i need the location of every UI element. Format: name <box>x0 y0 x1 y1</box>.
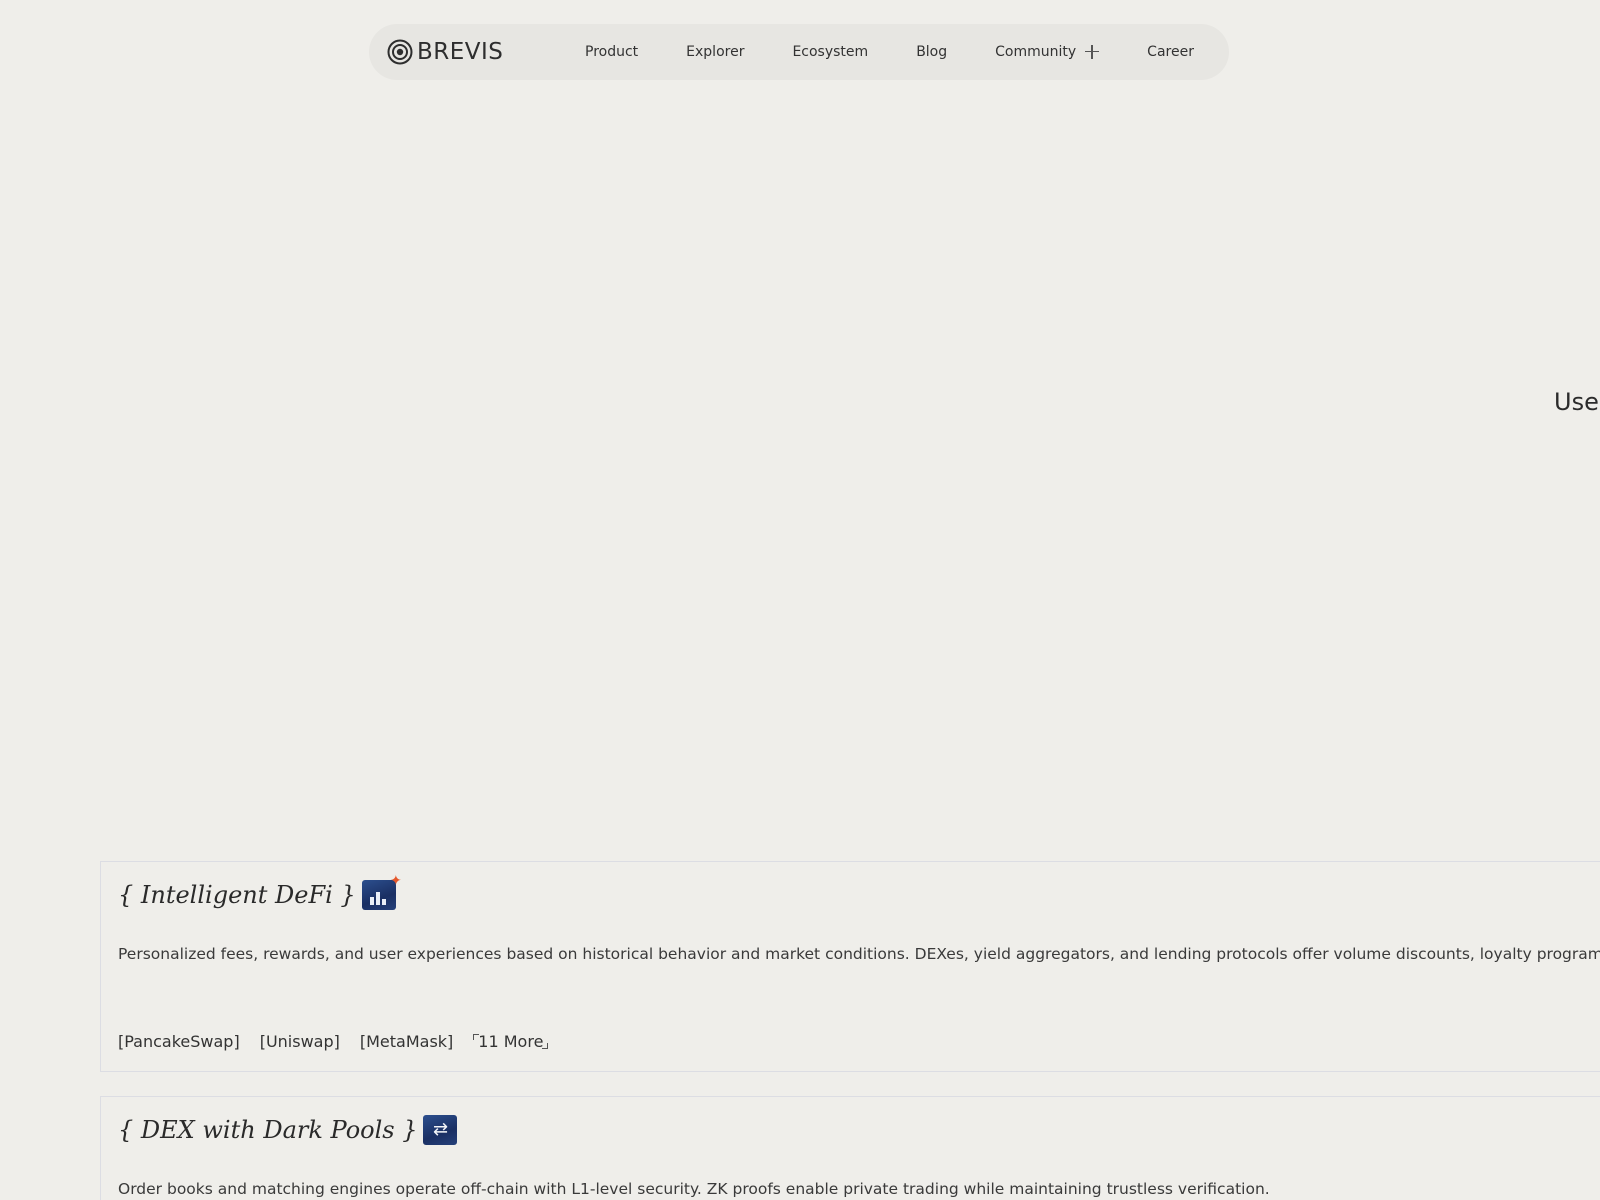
card-description: Order books and matching engines operate… <box>118 1180 1270 1198</box>
nav-link-product[interactable]: Product <box>585 44 638 60</box>
use-case-card-dex-dark-pools: { DEX with Dark Pools } ⇄ Order books an… <box>100 1096 1600 1200</box>
hero-partial-text: User <box>1554 388 1600 416</box>
use-case-card-intelligent-defi: { Intelligent DeFi } ✦ Personalized fees… <box>100 861 1600 1072</box>
nav-link-community-label: Community <box>995 44 1077 60</box>
brand-logo[interactable]: BREVIS <box>387 38 503 66</box>
nav-links: Product Explorer Ecosystem Blog Communit… <box>585 24 1194 80</box>
tag-pancakeswap[interactable]: [PancakeSwap] <box>118 1032 240 1051</box>
nav-link-explorer[interactable]: Explorer <box>686 44 744 60</box>
brevis-logo-icon <box>387 39 413 65</box>
top-nav: BREVIS Product Explorer Ecosystem Blog C… <box>369 24 1229 80</box>
tag-metamask[interactable]: [MetaMask] <box>360 1032 453 1051</box>
partner-tags: [PancakeSwap] [Uniswap] [MetaMask] 11 Mo… <box>118 1032 549 1051</box>
more-partners-button[interactable]: 11 More <box>473 1032 549 1051</box>
page: BREVIS Product Explorer Ecosystem Blog C… <box>0 0 1600 1200</box>
nav-link-ecosystem[interactable]: Ecosystem <box>792 44 868 60</box>
swap-arrows-icon: ⇄ <box>423 1115 458 1145</box>
card-description: Personalized fees, rewards, and user exp… <box>118 945 1600 963</box>
card-title: { Intelligent DeFi } ✦ <box>118 874 402 910</box>
tag-uniswap[interactable]: [Uniswap] <box>260 1032 340 1051</box>
nav-link-career[interactable]: Career <box>1147 44 1194 60</box>
brand-name: BREVIS <box>417 38 504 65</box>
nav-link-community[interactable]: Community <box>995 44 1100 60</box>
card-title-text: { Intelligent DeFi } <box>118 881 356 909</box>
card-title: { DEX with Dark Pools } ⇄ <box>118 1115 458 1145</box>
plus-icon <box>1085 45 1100 59</box>
chart-sparkle-icon: ✦ <box>361 874 402 910</box>
card-title-text: { DEX with Dark Pools } <box>118 1116 418 1144</box>
nav-link-blog[interactable]: Blog <box>916 44 947 60</box>
